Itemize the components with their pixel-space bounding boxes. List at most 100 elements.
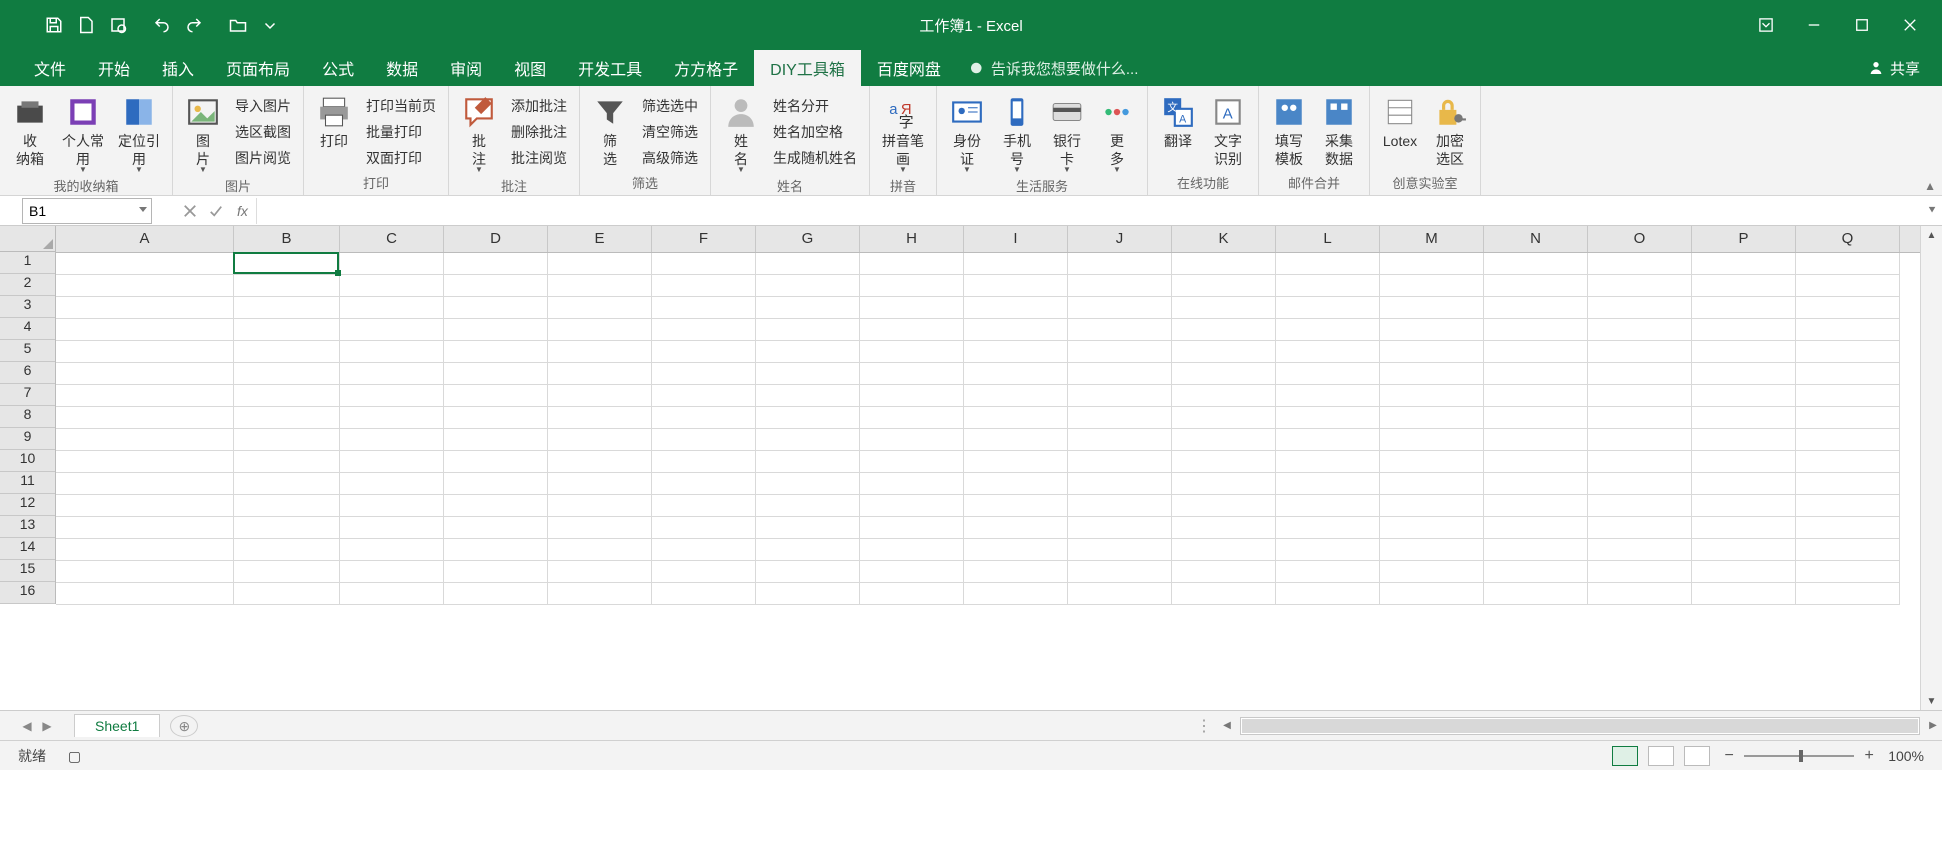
row-header-6[interactable]: 6 bbox=[0, 362, 55, 384]
cell-F11[interactable] bbox=[652, 473, 756, 495]
cell-B9[interactable] bbox=[234, 429, 340, 451]
cell-E16[interactable] bbox=[548, 583, 652, 605]
cell-B5[interactable] bbox=[234, 341, 340, 363]
row-header-4[interactable]: 4 bbox=[0, 318, 55, 340]
cell-G1[interactable] bbox=[756, 253, 860, 275]
comment-button[interactable]: 批 注▼ bbox=[455, 90, 503, 176]
cell-N6[interactable] bbox=[1484, 363, 1588, 385]
col-header-I[interactable]: I bbox=[964, 226, 1068, 252]
cell-E9[interactable] bbox=[548, 429, 652, 451]
small-姓名分开[interactable]: 姓名分开 bbox=[767, 94, 863, 118]
cell-D14[interactable] bbox=[444, 539, 548, 561]
cell-B12[interactable] bbox=[234, 495, 340, 517]
small-打印当前页[interactable]: 打印当前页 bbox=[360, 94, 442, 118]
cell-D3[interactable] bbox=[444, 297, 548, 319]
cell-C5[interactable] bbox=[340, 341, 444, 363]
cell-F8[interactable] bbox=[652, 407, 756, 429]
cell-L8[interactable] bbox=[1276, 407, 1380, 429]
cell-P10[interactable] bbox=[1692, 451, 1796, 473]
cell-I13[interactable] bbox=[964, 517, 1068, 539]
cell-J8[interactable] bbox=[1068, 407, 1172, 429]
cell-H13[interactable] bbox=[860, 517, 964, 539]
cell-D9[interactable] bbox=[444, 429, 548, 451]
inbox-button[interactable]: 收 纳箱 bbox=[6, 90, 54, 170]
accept-formula-icon[interactable] bbox=[203, 198, 229, 224]
view-page-break-icon[interactable] bbox=[1684, 746, 1710, 766]
new-file-icon[interactable] bbox=[72, 11, 100, 39]
col-header-E[interactable]: E bbox=[548, 226, 652, 252]
cell-N10[interactable] bbox=[1484, 451, 1588, 473]
id-card-button[interactable]: 身份 证▼ bbox=[943, 90, 991, 176]
cell-K14[interactable] bbox=[1172, 539, 1276, 561]
cell-E7[interactable] bbox=[548, 385, 652, 407]
cell-K10[interactable] bbox=[1172, 451, 1276, 473]
cell-L9[interactable] bbox=[1276, 429, 1380, 451]
cell-L2[interactable] bbox=[1276, 275, 1380, 297]
cell-A5[interactable] bbox=[56, 341, 234, 363]
row-header-5[interactable]: 5 bbox=[0, 340, 55, 362]
cell-L3[interactable] bbox=[1276, 297, 1380, 319]
cell-G10[interactable] bbox=[756, 451, 860, 473]
cell-O6[interactable] bbox=[1588, 363, 1692, 385]
add-sheet-icon[interactable]: ⊕ bbox=[170, 715, 198, 737]
cell-K7[interactable] bbox=[1172, 385, 1276, 407]
cell-H5[interactable] bbox=[860, 341, 964, 363]
cell-J16[interactable] bbox=[1068, 583, 1172, 605]
hscroll-grip-icon[interactable]: ⋮ bbox=[1196, 716, 1212, 736]
save-icon[interactable] bbox=[40, 11, 68, 39]
cell-J2[interactable] bbox=[1068, 275, 1172, 297]
cell-N11[interactable] bbox=[1484, 473, 1588, 495]
tell-me-search[interactable]: 告诉我您想要做什么... bbox=[957, 50, 1153, 86]
cell-P6[interactable] bbox=[1692, 363, 1796, 385]
cell-J9[interactable] bbox=[1068, 429, 1172, 451]
cell-C4[interactable] bbox=[340, 319, 444, 341]
cell-D13[interactable] bbox=[444, 517, 548, 539]
cell-O16[interactable] bbox=[1588, 583, 1692, 605]
ocr-button[interactable]: A文字 识别 bbox=[1204, 90, 1252, 170]
cell-H2[interactable] bbox=[860, 275, 964, 297]
cell-H10[interactable] bbox=[860, 451, 964, 473]
cell-O10[interactable] bbox=[1588, 451, 1692, 473]
fx-label[interactable]: fx bbox=[237, 203, 248, 219]
pinyin-button[interactable]: aЯ字拼音笔 画▼ bbox=[876, 90, 930, 176]
cell-E15[interactable] bbox=[548, 561, 652, 583]
cell-I4[interactable] bbox=[964, 319, 1068, 341]
cell-M13[interactable] bbox=[1380, 517, 1484, 539]
qat-customize-icon[interactable] bbox=[256, 11, 284, 39]
cell-A8[interactable] bbox=[56, 407, 234, 429]
cell-L4[interactable] bbox=[1276, 319, 1380, 341]
cell-I1[interactable] bbox=[964, 253, 1068, 275]
cell-P13[interactable] bbox=[1692, 517, 1796, 539]
cell-P14[interactable] bbox=[1692, 539, 1796, 561]
cell-A10[interactable] bbox=[56, 451, 234, 473]
cell-Q2[interactable] bbox=[1796, 275, 1900, 297]
tab-插入[interactable]: 插入 bbox=[146, 50, 210, 86]
cells-area[interactable] bbox=[56, 253, 1920, 710]
cell-K6[interactable] bbox=[1172, 363, 1276, 385]
cell-P7[interactable] bbox=[1692, 385, 1796, 407]
cell-G7[interactable] bbox=[756, 385, 860, 407]
cell-L15[interactable] bbox=[1276, 561, 1380, 583]
zoom-level[interactable]: 100% bbox=[1888, 748, 1924, 764]
row-header-12[interactable]: 12 bbox=[0, 494, 55, 516]
translate-button[interactable]: 文A翻译 bbox=[1154, 90, 1202, 152]
print-preview-icon[interactable] bbox=[104, 11, 132, 39]
cell-D11[interactable] bbox=[444, 473, 548, 495]
cell-E3[interactable] bbox=[548, 297, 652, 319]
cell-D16[interactable] bbox=[444, 583, 548, 605]
cell-Q14[interactable] bbox=[1796, 539, 1900, 561]
cell-C15[interactable] bbox=[340, 561, 444, 583]
cell-A13[interactable] bbox=[56, 517, 234, 539]
formula-expand-icon[interactable]: ⯆ bbox=[1922, 203, 1942, 218]
cell-O7[interactable] bbox=[1588, 385, 1692, 407]
cell-N8[interactable] bbox=[1484, 407, 1588, 429]
filter-button[interactable]: 筛 选 bbox=[586, 90, 634, 170]
col-header-L[interactable]: L bbox=[1276, 226, 1380, 252]
cell-B3[interactable] bbox=[234, 297, 340, 319]
cell-K16[interactable] bbox=[1172, 583, 1276, 605]
cell-L6[interactable] bbox=[1276, 363, 1380, 385]
tab-方方格子[interactable]: 方方格子 bbox=[658, 50, 754, 86]
cell-L14[interactable] bbox=[1276, 539, 1380, 561]
row-header-9[interactable]: 9 bbox=[0, 428, 55, 450]
cell-P3[interactable] bbox=[1692, 297, 1796, 319]
